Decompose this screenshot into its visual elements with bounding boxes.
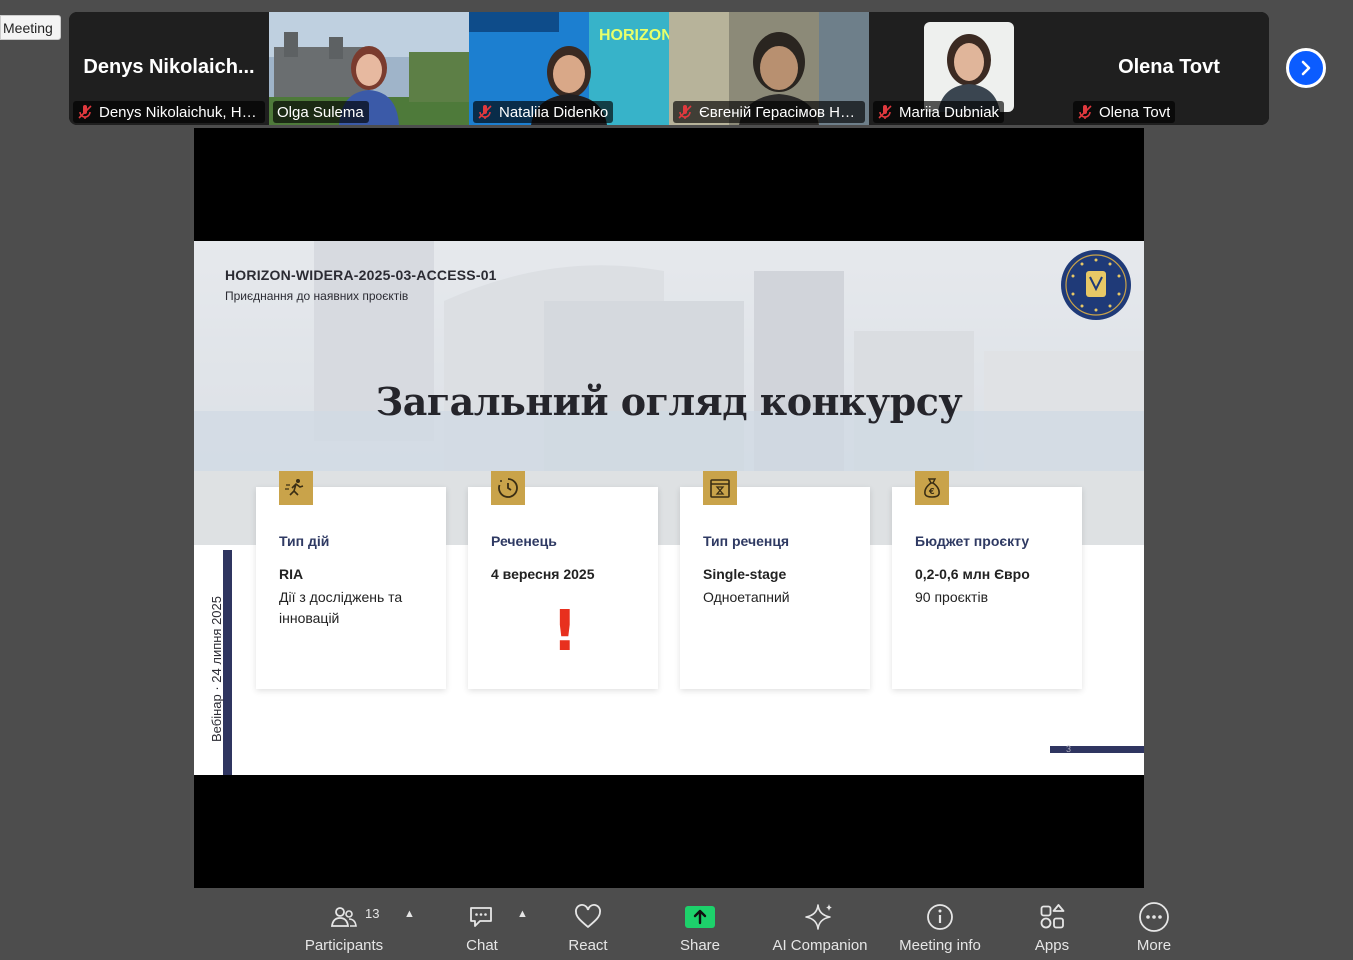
call-subtitle: Приєднання до наявних проєктів: [225, 289, 409, 303]
participant-name: Євгеній Герасімов НУ...: [699, 103, 860, 121]
meeting-info-button[interactable]: Meeting info: [893, 900, 987, 954]
info-icon: [927, 904, 953, 930]
svg-text:€: €: [928, 487, 935, 496]
mic-muted-icon: [1078, 105, 1092, 119]
chat-button[interactable]: Chat: [452, 900, 512, 954]
mic-muted-icon: [478, 105, 492, 119]
next-page-button[interactable]: [1286, 48, 1326, 88]
call-identifier: HORIZON-WIDERA-2025-03-ACCESS-01: [225, 267, 497, 283]
money-bag-icon: €: [915, 471, 949, 505]
ai-companion-label: AI Companion: [772, 937, 868, 954]
meeting-label: Meeting: [0, 15, 61, 40]
apps-icon: [1040, 904, 1065, 929]
chevron-right-icon: [1301, 60, 1311, 76]
participant-tile[interactable]: Olena Tovt Olena Tovt: [1069, 12, 1269, 125]
action-type-icon: [279, 471, 313, 505]
horizon-europe-text: HORIZON EUROPE: [599, 27, 669, 44]
info-card-action-type: Тип дій RIA Дії з досліджень та інноваці…: [256, 471, 446, 689]
participant-name-tag: Denys Nikolaichuk, HE...: [73, 101, 265, 123]
participant-name: Nataliia Didenko: [499, 103, 609, 121]
participant-strip: Denys Nikolaich... Denys Nikolaichuk, HE…: [69, 12, 1269, 125]
card-value: RIA: [279, 566, 304, 582]
webinar-date: Вебінар · 24 липня 2025: [209, 596, 224, 742]
chat-options-caret[interactable]: ▲: [517, 908, 528, 920]
participant-tile[interactable]: Denys Nikolaich... Denys Nikolaichuk, HE…: [69, 12, 269, 125]
card-description: Дії з досліджень та інновацій: [279, 589, 403, 626]
card-description: Одноетапний: [703, 589, 790, 605]
participant-name-tag: Nataliia Didenko: [473, 101, 614, 123]
card-title: Тип дій: [279, 533, 330, 549]
participant-tile-active-speaker[interactable]: Olga Sulema: [269, 12, 469, 125]
card-value: Single-stage: [703, 566, 787, 582]
mic-muted-icon: [678, 105, 692, 119]
meeting-info-label: Meeting info: [899, 937, 981, 954]
share-label: Share: [679, 937, 721, 954]
participant-display-name: Denys Nikolaich...: [83, 56, 255, 78]
more-label: More: [1136, 937, 1172, 954]
share-button[interactable]: Share: [670, 900, 730, 954]
apps-label: Apps: [1034, 937, 1070, 954]
shared-screen: HORIZON-WIDERA-2025-03-ACCESS-01 Приєдна…: [194, 128, 1144, 888]
participant-tile[interactable]: HORIZON EUROPE Nataliia Didenko: [469, 12, 669, 125]
card-title: Тип реченця: [703, 533, 790, 549]
exclamation-mark: !: [552, 599, 578, 664]
chat-label: Chat: [466, 937, 498, 954]
mic-muted-icon: [878, 105, 892, 119]
presentation-slide: HORIZON-WIDERA-2025-03-ACCESS-01 Приєдна…: [194, 241, 1144, 775]
info-card-deadline-type: Тип реченця Single-stage Одноетапний: [680, 471, 870, 689]
participant-name-tag: Olga Sulema: [273, 101, 369, 123]
participant-name: Olga Sulema: [277, 103, 364, 121]
participant-name-tag: Mariia Dubniak: [873, 101, 1005, 123]
participant-name-tag: Olena Tovt: [1073, 101, 1176, 123]
more-button[interactable]: More: [1124, 900, 1184, 954]
card-value: 0,2-0,6 млн Євро: [915, 566, 1030, 582]
side-accent-bar: [223, 550, 232, 775]
ai-companion-button[interactable]: AI Companion: [770, 900, 870, 954]
card-title: Бюджет проєкту: [915, 533, 1030, 549]
deadline-icon: [491, 471, 525, 505]
react-button[interactable]: React: [558, 900, 618, 954]
participants-options-caret[interactable]: ▲: [404, 908, 415, 920]
share-screen-icon: [685, 906, 715, 928]
info-card-deadline: Реченець 4 вересня 2025 !: [468, 471, 658, 689]
react-label: React: [568, 937, 608, 954]
card-title: Реченець: [491, 533, 557, 549]
participant-tile[interactable]: Mariia Dubniak: [869, 12, 1069, 125]
meeting-toolbar: Participants 13 ▲ Chat ▲ React Share AI …: [0, 888, 1353, 960]
chat-icon: [470, 907, 492, 927]
page-number: 3: [1066, 744, 1072, 754]
emblem-logo: [1061, 250, 1131, 320]
participant-name: Denys Nikolaichuk, HE...: [99, 103, 260, 121]
sparkle-icon: [805, 904, 832, 930]
participant-name: Olena Tovt: [1099, 103, 1171, 121]
participants-label: Participants: [304, 937, 384, 954]
more-icon: [1139, 902, 1169, 932]
participant-tile[interactable]: Євгеній Герасімов НУ...: [669, 12, 869, 125]
slide-heading: Загальний огляд конкурсу: [375, 379, 963, 424]
info-card-budget: € Бюджет проєкту 0,2-0,6 млн Євро 90 про…: [892, 471, 1082, 689]
apps-button[interactable]: Apps: [1022, 900, 1082, 954]
page-indicator-bar: [1050, 746, 1144, 753]
participant-display-name: Olena Tovt: [1118, 56, 1220, 78]
card-description: 90 проєктів: [915, 589, 989, 605]
participant-name: Mariia Dubniak: [899, 103, 1000, 121]
hourglass-calendar-icon: [703, 471, 737, 505]
mic-muted-icon: [78, 105, 92, 119]
participants-count: 13: [365, 906, 380, 921]
participants-icon: [330, 907, 357, 927]
card-value: 4 вересня 2025: [491, 566, 595, 582]
participant-name-tag: Євгеній Герасімов НУ...: [673, 101, 865, 123]
avatar: [924, 22, 1014, 112]
heart-icon: [575, 904, 601, 929]
